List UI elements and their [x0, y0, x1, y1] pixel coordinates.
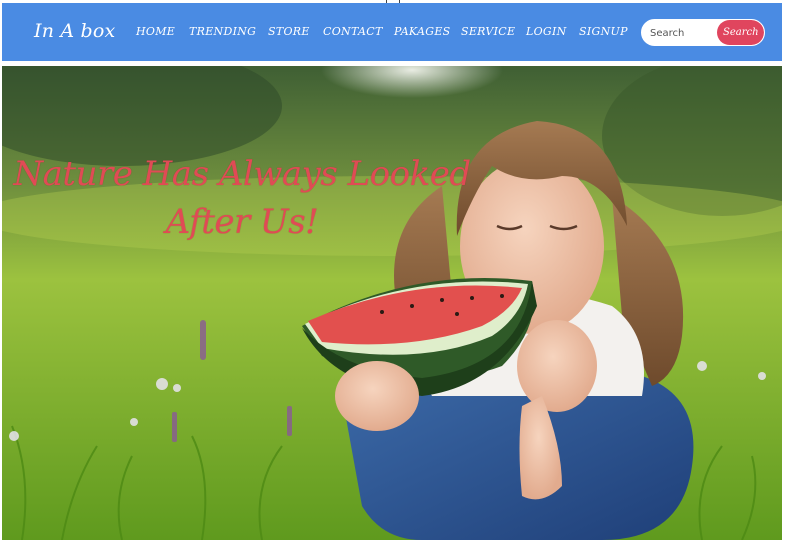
hero-banner: Nature Has Always Looked After Us! — [2, 66, 782, 540]
nav-signup[interactable]: SIGNUP — [579, 25, 628, 38]
nav-trending[interactable]: TRENDING — [189, 25, 256, 38]
brand-logo[interactable]: In A box — [34, 20, 115, 42]
hero-image — [2, 66, 782, 540]
search-button[interactable]: Search — [717, 20, 764, 45]
navbar: In A box HOME TRENDING STORE CONTACT PAK… — [2, 3, 782, 61]
search-input[interactable] — [648, 22, 722, 45]
nav-contact[interactable]: CONTACT — [323, 25, 383, 38]
nav-store[interactable]: STORE — [268, 25, 310, 38]
nav-login[interactable]: LOGIN — [526, 25, 567, 38]
hero-title: Nature Has Always Looked After Us! — [13, 154, 471, 242]
nav-home[interactable]: HOME — [136, 25, 175, 38]
nav-packages[interactable]: PAKAGES — [394, 25, 451, 38]
nav-service[interactable]: SERVICE — [461, 25, 515, 38]
search-box: Search — [641, 19, 765, 46]
